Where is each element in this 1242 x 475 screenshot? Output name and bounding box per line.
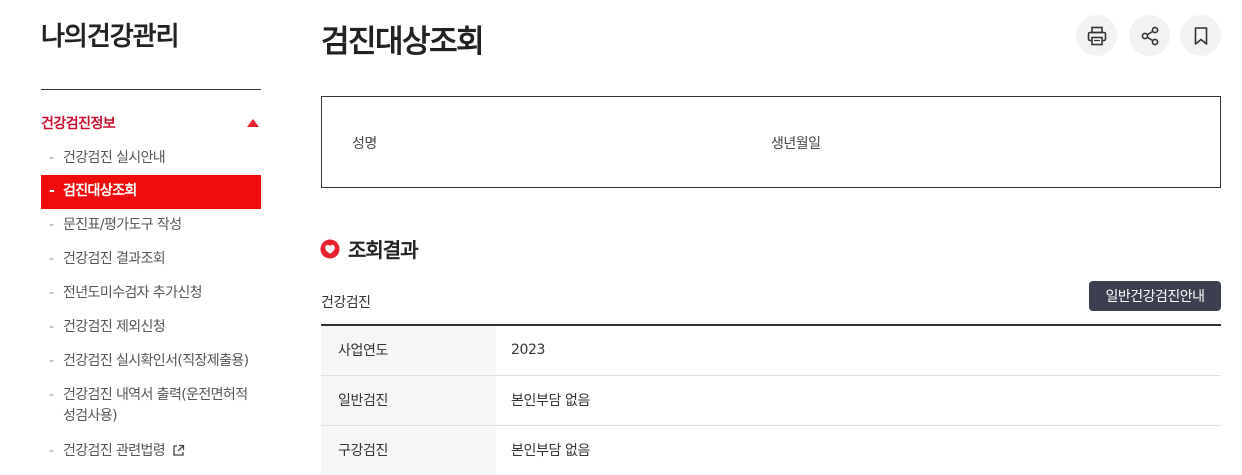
share-icon [1141, 26, 1158, 45]
birthdate-label: 생년월일 [771, 136, 821, 152]
sidebar-item-label: 건강검진 실시확인서(직장제출용) [63, 353, 249, 369]
list-dash: - [49, 319, 54, 335]
sidebar-item-questionnaire[interactable]: - 문진표/평가도구 작성 [41, 209, 261, 243]
sidebar-item-label: 검진대상조회 [63, 183, 137, 199]
sidebar-item-label-wrap: 건강검진 관련법령 [63, 441, 253, 462]
general-checkup-guide-button[interactable]: 일반건강검진안내 [1089, 281, 1221, 311]
table-row: 구강검진 본인부담 없음 [321, 425, 1221, 475]
sidebar-item-label: 건강검진 제외신청 [63, 319, 166, 335]
sidebar-item-related-law[interactable]: - 건강검진 관련법령 [41, 435, 261, 469]
section-toggle-health-checkup-info[interactable]: 건강검진정보 [41, 112, 261, 134]
list-dash: - [49, 217, 54, 233]
heart-icon [320, 239, 340, 258]
checkup-section-title: 건강검진 [321, 295, 371, 311]
row-value: 본인부담 없음 [496, 375, 1221, 426]
sidebar-item-history-print[interactable]: - 건강검진 내역서 출력(운전면허적성검사용) [41, 379, 261, 435]
list-dash: - [49, 251, 54, 267]
name-label: 성명 [352, 136, 377, 152]
sidebar-item-confirmation[interactable]: - 건강검진 실시확인서(직장제출용) [41, 345, 261, 379]
sidebar-divider [41, 89, 261, 90]
sidebar-menu: - 건강검진 실시안내 - 검진대상조회 - 문진표/평가도구 작성 - 건강검… [41, 142, 261, 469]
list-dash: - [49, 353, 54, 369]
sidebar-item-label: 전년도미수검자 추가신청 [63, 285, 203, 301]
sidebar-item-exclusion-request[interactable]: - 건강검진 제외신청 [41, 311, 261, 345]
section-label: 건강검진정보 [41, 116, 116, 132]
sidebar-item-result-lookup[interactable]: - 건강검진 결과조회 [41, 243, 261, 277]
page-title: 검진대상조회 [321, 24, 485, 60]
printer-icon [1087, 26, 1106, 45]
row-label: 구강검진 [321, 425, 496, 475]
list-dash: - [49, 183, 55, 199]
result-title: 조회결과 [348, 238, 419, 262]
share-button[interactable] [1129, 15, 1170, 56]
sidebar-item-checkup-guide[interactable]: - 건강검진 실시안내 [41, 142, 261, 175]
list-dash: - [49, 443, 54, 459]
list-dash: - [49, 150, 54, 166]
sidebar-title: 나의건강관리 [41, 22, 180, 52]
sidebar-item-label: 건강검진 내역서 출력(운전면허적성검사용) [63, 387, 248, 424]
sidebar-item-label: 건강검진 결과조회 [63, 251, 166, 267]
list-dash: - [49, 285, 54, 301]
row-value: 2023 [496, 325, 1221, 376]
sidebar-item-additional-request[interactable]: - 전년도미수검자 추가신청 [41, 277, 261, 311]
bookmark-icon [1194, 26, 1207, 45]
result-table: 사업연도 2023 일반검진 본인부담 없음 구강검진 본인부담 없음 [321, 324, 1221, 475]
row-label: 사업연도 [321, 325, 496, 376]
caret-up-icon [247, 119, 259, 127]
print-button[interactable] [1076, 15, 1117, 56]
user-info-box: 성명 생년월일 [321, 96, 1221, 188]
row-value: 본인부담 없음 [496, 425, 1221, 475]
sidebar-item-target-lookup[interactable]: - 검진대상조회 [41, 175, 261, 209]
table-row: 사업연도 2023 [321, 325, 1221, 376]
sidebar-item-label: 문진표/평가도구 작성 [63, 217, 182, 233]
sidebar-item-label: 건강검진 관련법령 [63, 443, 166, 459]
bookmark-button[interactable] [1180, 15, 1221, 56]
row-label: 일반검진 [321, 375, 496, 426]
list-dash: - [49, 387, 54, 403]
result-header: 조회결과 [320, 234, 419, 263]
table-row: 일반검진 본인부담 없음 [321, 375, 1221, 426]
external-link-icon [173, 444, 185, 456]
sidebar-item-label: 건강검진 실시안내 [63, 150, 166, 166]
